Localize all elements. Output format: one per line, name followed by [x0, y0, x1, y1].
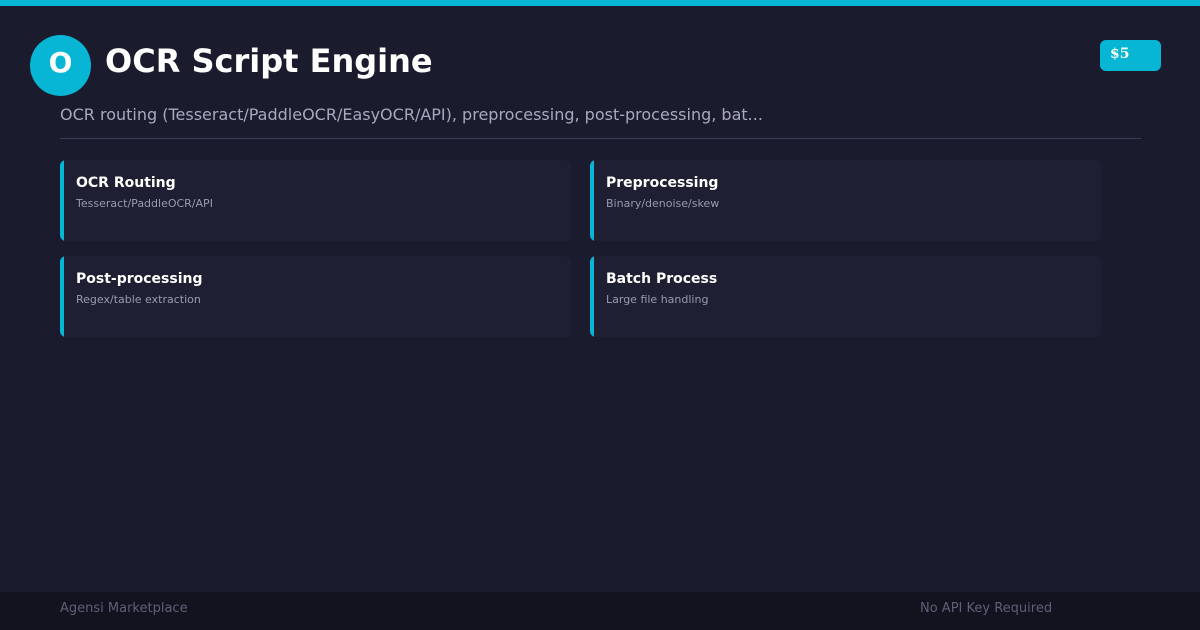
price-badge[interactable]: $5 [1100, 40, 1161, 71]
feature-description: Binary/denoise/skew [606, 197, 720, 210]
feature-title: OCR Routing [76, 175, 176, 191]
feature-card-preprocessing: Preprocessing Binary/denoise/skew [590, 160, 1101, 241]
card-accent [60, 256, 64, 337]
page-title: OCR Script Engine [105, 42, 433, 80]
card-accent [590, 256, 594, 337]
feature-title: Post-processing [76, 271, 203, 287]
feature-card-batch-process: Batch Process Large file handling [590, 256, 1101, 337]
card-accent [60, 160, 64, 241]
card-accent [590, 160, 594, 241]
footer-note: No API Key Required [920, 601, 1053, 616]
feature-card-post-processing: Post-processing Regex/table extraction [60, 256, 571, 337]
feature-title: Batch Process [606, 271, 718, 287]
feature-description: Tesseract/PaddleOCR/API [76, 197, 213, 210]
header-divider [60, 138, 1141, 139]
logo-letter: O [48, 45, 73, 79]
page: O OCR Script Engine $5 OCR routing (Tess… [0, 0, 1200, 630]
feature-card-ocr-routing: OCR Routing Tesseract/PaddleOCR/API [60, 160, 571, 241]
top-accent-bar [0, 0, 1200, 6]
feature-description: Large file handling [606, 293, 709, 306]
page-subtitle: OCR routing (Tesseract/PaddleOCR/EasyOCR… [60, 105, 763, 124]
feature-title: Preprocessing [606, 175, 719, 191]
feature-description: Regex/table extraction [76, 293, 201, 306]
footer-brand: Agensi Marketplace [60, 601, 188, 616]
footer: Agensi Marketplace No API Key Required [0, 592, 1200, 630]
logo-badge: O [30, 35, 91, 96]
